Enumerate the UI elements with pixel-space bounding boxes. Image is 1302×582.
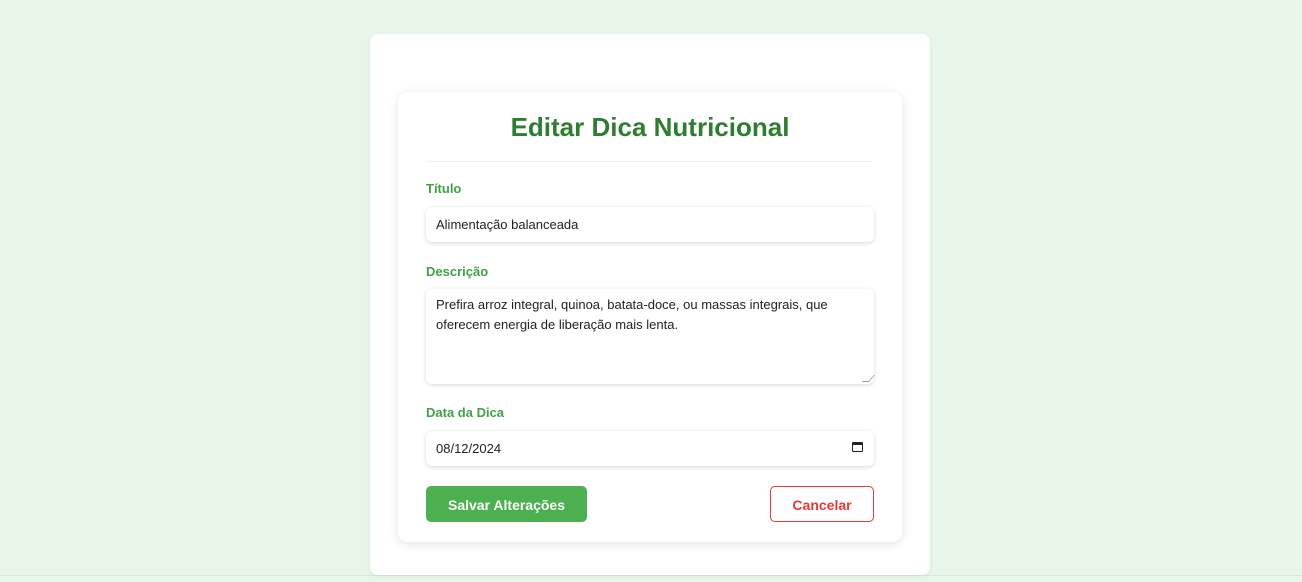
titulo-value: Alimentação balanceada — [436, 217, 579, 232]
data-input[interactable]: 08/12/2024 — [426, 431, 874, 466]
page-container: Editar Dica Nutricional Título Alimentaç… — [370, 34, 930, 575]
descricao-label: Descrição — [426, 264, 489, 279]
descricao-textarea[interactable]: Prefira arroz integral, quinoa, batata-d… — [426, 289, 875, 384]
page-bottom-border — [0, 575, 1302, 576]
descricao-value: Prefira arroz integral, quinoa, batata-d… — [436, 297, 828, 332]
resize-handle-icon[interactable] — [862, 375, 875, 382]
data-value: 08/12/2024 — [436, 441, 502, 456]
data-label: Data da Dica — [426, 405, 505, 420]
cancel-button[interactable]: Cancelar — [770, 486, 874, 522]
calendar-icon[interactable] — [852, 442, 863, 452]
edit-tip-form: Editar Dica Nutricional Título Alimentaç… — [398, 92, 902, 542]
page-title: Editar Dica Nutricional — [510, 112, 790, 142]
titulo-label: Título — [426, 181, 462, 196]
title-divider — [426, 161, 872, 162]
titulo-input[interactable]: Alimentação balanceada — [426, 207, 874, 242]
save-button[interactable]: Salvar Alterações — [426, 486, 587, 522]
